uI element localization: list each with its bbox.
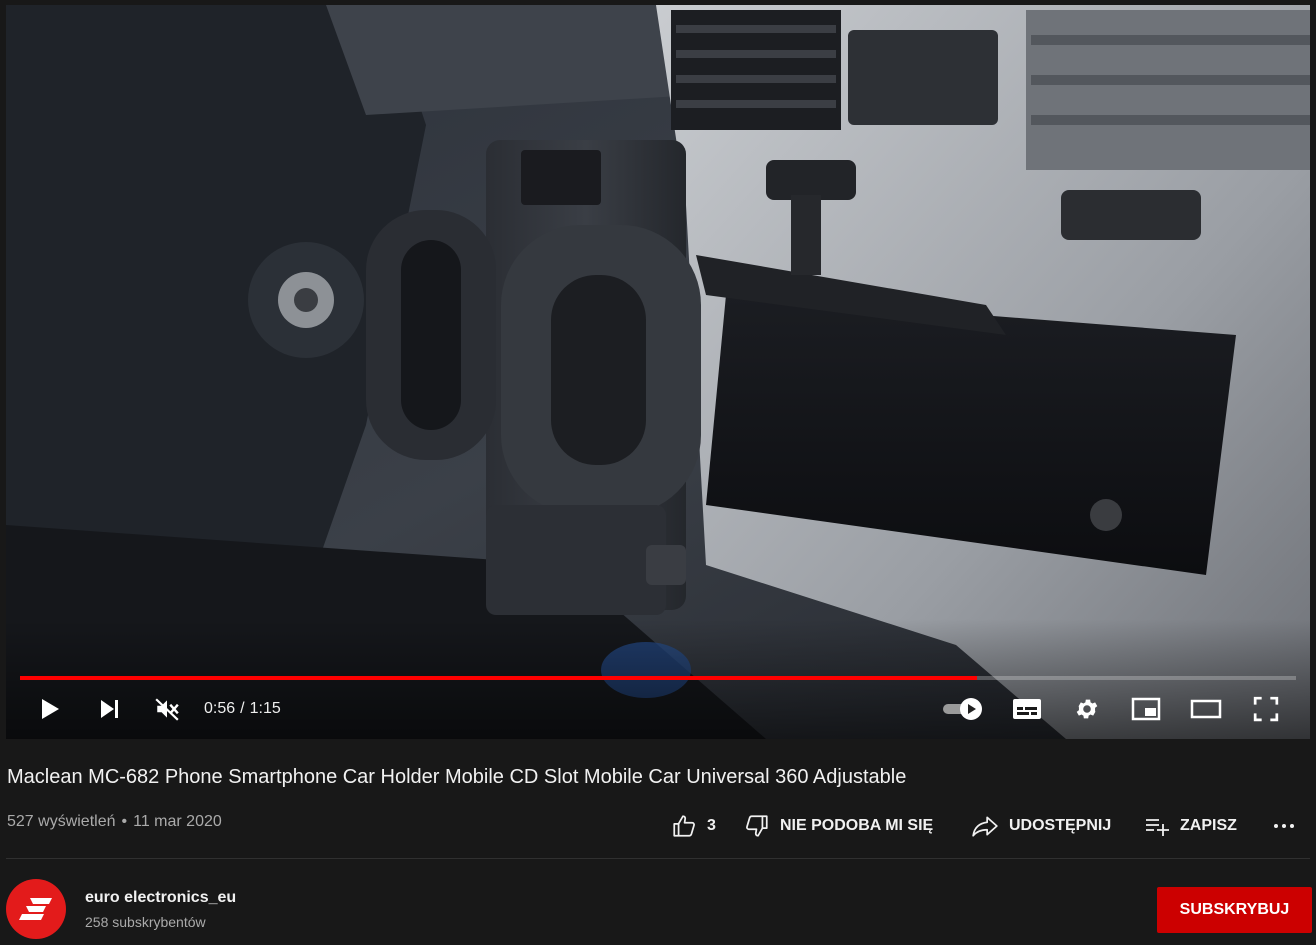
miniplayer-icon	[1131, 697, 1161, 721]
autoplay-toggle-icon	[943, 698, 982, 720]
subscriber-count: 258 subskrybentów	[85, 914, 206, 930]
share-icon	[972, 816, 998, 837]
dislike-label: NIE PODOBA MI SIĘ	[780, 817, 934, 834]
volume-muted-icon	[155, 698, 179, 721]
theater-mode-button[interactable]	[1186, 687, 1226, 731]
progress-played	[20, 676, 977, 680]
more-horizontal-icon	[1274, 824, 1294, 828]
divider	[6, 858, 1310, 859]
skip-next-icon	[101, 700, 118, 718]
play-button[interactable]	[30, 687, 68, 731]
channel-avatar[interactable]	[6, 879, 66, 939]
settings-button[interactable]	[1067, 687, 1107, 731]
mute-button[interactable]	[148, 687, 186, 731]
time-current: 0:56	[204, 700, 236, 717]
theater-mode-icon	[1190, 699, 1222, 719]
like-count: 3	[707, 817, 716, 834]
time-display: 0:56/1:15	[204, 700, 281, 718]
autoplay-toggle[interactable]	[938, 687, 988, 731]
channel-name[interactable]: euro electronics_eu	[85, 889, 236, 907]
fullscreen-button[interactable]	[1246, 687, 1286, 731]
thumb-down-icon	[746, 815, 768, 837]
channel-logo-icon	[19, 898, 52, 920]
video-player[interactable]: 0:56/1:15	[6, 5, 1310, 739]
next-button[interactable]	[90, 687, 128, 731]
thumb-up-icon	[673, 815, 695, 837]
save-label: ZAPISZ	[1180, 817, 1237, 834]
miniplayer-button[interactable]	[1126, 687, 1166, 731]
subscribe-button[interactable]: SUBSKRYBUJ	[1157, 887, 1312, 933]
video-title: Maclean MC-682 Phone Smartphone Car Hold…	[7, 766, 907, 788]
gear-icon	[1076, 699, 1098, 719]
more-actions-button[interactable]	[1272, 808, 1306, 844]
dislike-button[interactable]: NIE PODOBA MI SIĘ	[744, 808, 933, 844]
time-separator: /	[240, 700, 245, 717]
watch-page: 0:56/1:15 Maclean MC-682 Phone Smartphon…	[0, 0, 1316, 945]
share-label: UDOSTĘPNIJ	[1009, 817, 1112, 834]
player-controls: 0:56/1:15	[6, 687, 1310, 731]
subtitles-button[interactable]	[1007, 687, 1047, 731]
save-button[interactable]: ZAPISZ	[1144, 808, 1237, 844]
playlist-add-icon	[1146, 819, 1169, 836]
action-bar: 3 NIE PODOBA MI SIĘ UDOSTĘPNIJ ZAPISZ	[0, 808, 1316, 844]
progress-bar[interactable]	[20, 676, 1296, 680]
share-button[interactable]: UDOSTĘPNIJ	[971, 808, 1111, 844]
subtitles-icon	[1013, 699, 1041, 719]
play-icon	[42, 699, 59, 719]
time-total: 1:15	[249, 700, 281, 717]
like-button[interactable]: 3	[671, 808, 716, 844]
fullscreen-icon	[1253, 696, 1279, 722]
